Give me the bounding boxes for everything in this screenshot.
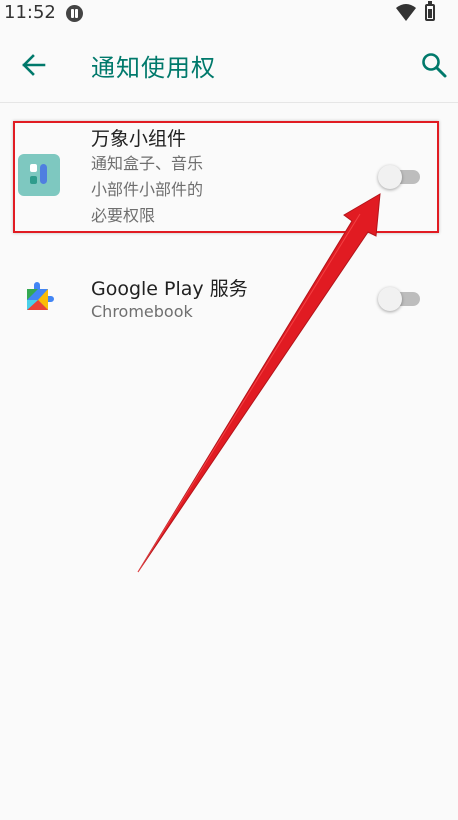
annotation-arrow bbox=[137, 193, 381, 573]
